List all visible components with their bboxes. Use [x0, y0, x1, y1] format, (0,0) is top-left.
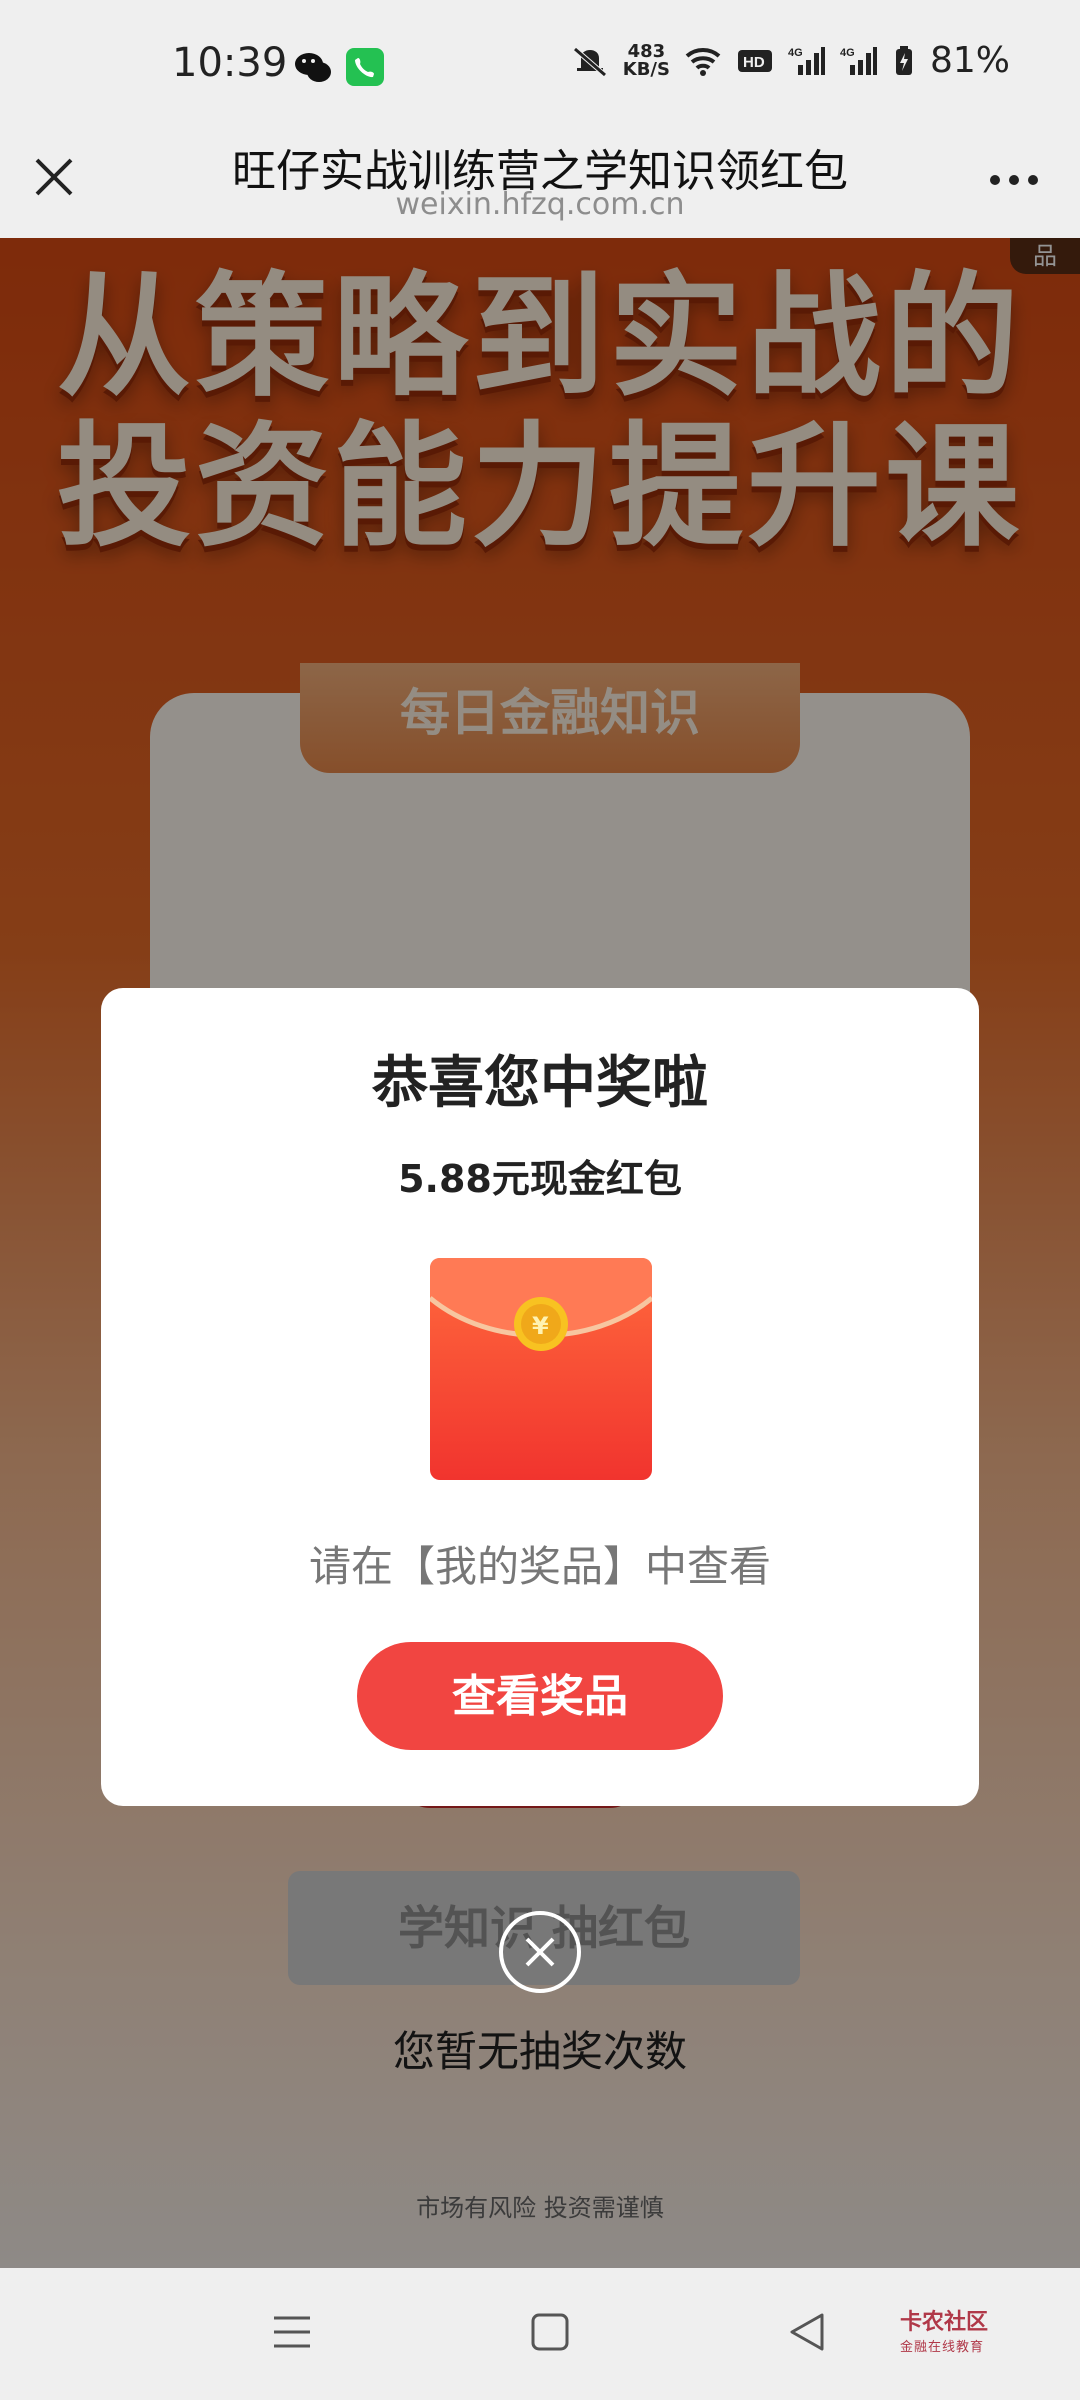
- view-prize-hint: 请在【我的奖品】中查看: [308, 1542, 771, 1591]
- status-time: 10:39: [172, 40, 288, 86]
- svg-text:4G: 4G: [840, 47, 855, 59]
- close-modal-icon[interactable]: [498, 1910, 582, 1994]
- kanong-watermark: 卡农社区 金融在线教育: [900, 2304, 1030, 2355]
- wechat-header: 旺仔实战训练营之学知识领红包 weixin.hfzq.com.cn: [0, 135, 1080, 238]
- wifi-icon: [685, 47, 721, 76]
- signal-4g-2-icon: 4G: [840, 46, 877, 75]
- wechat-icon: [295, 53, 331, 82]
- system-nav-bar: 卡农社区 金融在线教育: [0, 2268, 1080, 2400]
- hd-icon: HD: [737, 49, 772, 72]
- watermark-main: 卡农社区: [900, 2310, 989, 2335]
- phone-call-icon: [346, 48, 384, 86]
- watermark-sub: 金融在线教育: [900, 2340, 985, 2355]
- prize-amount: 5.88元现金红包: [398, 1157, 682, 1201]
- back-triangle-icon[interactable]: [784, 2308, 832, 2356]
- status-indicators: 483 KB/S HD 4G 4G 81%: [571, 40, 1010, 81]
- battery-icon: [895, 45, 912, 75]
- page-url: weixin.hfzq.com.cn: [395, 187, 685, 222]
- more-options-icon[interactable]: [988, 173, 1040, 187]
- svg-text:4G: 4G: [788, 47, 803, 59]
- view-prize-button[interactable]: 查看奖品: [357, 1642, 723, 1750]
- svg-text:HD: HD: [743, 54, 765, 71]
- svg-text:¥: ¥: [532, 1312, 549, 1340]
- network-speed-value: 483: [627, 40, 666, 62]
- network-speed: 483 KB/S: [622, 40, 670, 80]
- battery-percent: 81%: [929, 40, 1010, 81]
- modal-title: 恭喜您中奖啦: [372, 1051, 708, 1116]
- home-square-icon[interactable]: [526, 2308, 574, 2356]
- menu-icon[interactable]: [268, 2308, 316, 2356]
- network-speed-unit: KB/S: [622, 58, 670, 80]
- page-content: 从策略到实战的 投资能力提升课 品 每日金融知识 $ $ 学知识 抽红包 您暂无…: [0, 238, 1080, 2268]
- status-bar: 10:39 483 KB/S HD 4G 4G 81%: [0, 0, 1080, 135]
- red-packet-icon: ¥: [430, 1258, 652, 1480]
- signal-4g-1-icon: 4G: [788, 46, 825, 75]
- mute-bell-icon: [573, 46, 607, 77]
- prize-modal: 恭喜您中奖啦 5.88元现金红包 ¥ 请在【我的奖品】中查看 查看奖品: [101, 988, 979, 1806]
